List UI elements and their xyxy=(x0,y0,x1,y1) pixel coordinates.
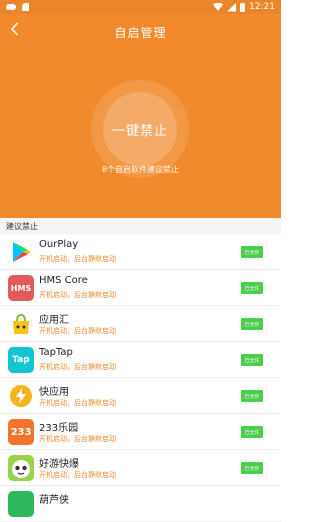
section-header: 建议禁止 xyxy=(0,218,281,234)
app-status: 开机启动，后台静默启动 xyxy=(39,471,116,479)
app-name: HMS Core xyxy=(39,275,88,286)
quick-app-icon xyxy=(8,383,34,409)
autostart-toggle[interactable]: 已允许 xyxy=(241,354,263,366)
app-status: 开机启动，后台静默启动 xyxy=(39,399,116,407)
app-status: 开机启动，后台静默启动 xyxy=(39,327,116,335)
status-bar: 12:21 xyxy=(0,0,281,14)
app-name: 应用汇 xyxy=(39,315,69,326)
app-status: 开机启动，后台静默启动 xyxy=(39,363,116,371)
app-name: OurPlay xyxy=(39,239,79,250)
autostart-toggle[interactable]: 已允许 xyxy=(241,246,263,258)
list-item[interactable]: 好游快爆 开机启动，后台静默启动 已允许 xyxy=(0,450,281,486)
haoyou-icon xyxy=(8,455,34,481)
wifi-icon xyxy=(213,3,224,11)
section-title: 建议禁止 xyxy=(6,221,38,231)
gamepad-icon xyxy=(6,4,16,10)
autostart-toggle[interactable]: 已允许 xyxy=(241,426,263,438)
disable-all-label: 一键禁止 xyxy=(111,123,168,139)
app-status: 开机启动，后台静默启动 xyxy=(39,435,116,443)
taptap-icon: Tap xyxy=(8,347,34,373)
list-item[interactable]: 应用汇 开机启动，后台静默启动 已允许 xyxy=(0,306,281,342)
autostart-toggle[interactable]: 已允许 xyxy=(241,282,263,294)
autostart-hint: 8个自启软件建议禁止 xyxy=(101,165,180,174)
app-list: OurPlay 开机启动，后台静默启动 已允许 HMS HMS Core 开机启… xyxy=(0,234,281,522)
autostart-toggle[interactable]: 已允许 xyxy=(241,462,263,474)
233-icon: 233 xyxy=(8,419,34,445)
sdcard-icon xyxy=(22,3,29,11)
header: 自启管理 一键禁止 8个自启软件建议禁止 xyxy=(0,14,281,218)
list-item[interactable]: 葫芦侠 xyxy=(0,486,281,522)
app-name: 葫芦侠 xyxy=(39,495,69,506)
list-item[interactable]: 快应用 开机启动，后台静默启动 已允许 xyxy=(0,378,281,414)
disable-all-button[interactable]: 一键禁止 xyxy=(103,92,177,166)
app-name: 好游快爆 xyxy=(39,459,79,470)
app-status: 开机启动，后台静默启动 xyxy=(39,255,116,263)
app-status: 开机启动，后台静默启动 xyxy=(39,291,116,299)
page-title: 自启管理 xyxy=(114,26,167,40)
list-item[interactable]: Tap TapTap 开机启动，后台静默启动 已允许 xyxy=(0,342,281,378)
status-time: 12:21 xyxy=(249,2,275,12)
list-item[interactable]: HMS HMS Core 开机启动，后台静默启动 已允许 xyxy=(0,270,281,306)
play-store-icon xyxy=(8,239,34,265)
battery-icon xyxy=(240,2,246,12)
appchina-icon xyxy=(8,311,34,337)
hms-core-icon: HMS xyxy=(8,275,34,301)
app-name: 233乐园 xyxy=(39,423,79,434)
autostart-toggle[interactable]: 已允许 xyxy=(241,390,263,402)
app-name: TapTap xyxy=(39,347,73,358)
huluxia-icon xyxy=(8,491,34,517)
signal-icon xyxy=(227,2,237,12)
autostart-toggle[interactable]: 已允许 xyxy=(241,318,263,330)
list-item[interactable]: OurPlay 开机启动，后台静默启动 已允许 xyxy=(0,234,281,270)
app-name: 快应用 xyxy=(39,387,69,398)
list-item[interactable]: 233 233乐园 开机启动，后台静默启动 已允许 xyxy=(0,414,281,450)
